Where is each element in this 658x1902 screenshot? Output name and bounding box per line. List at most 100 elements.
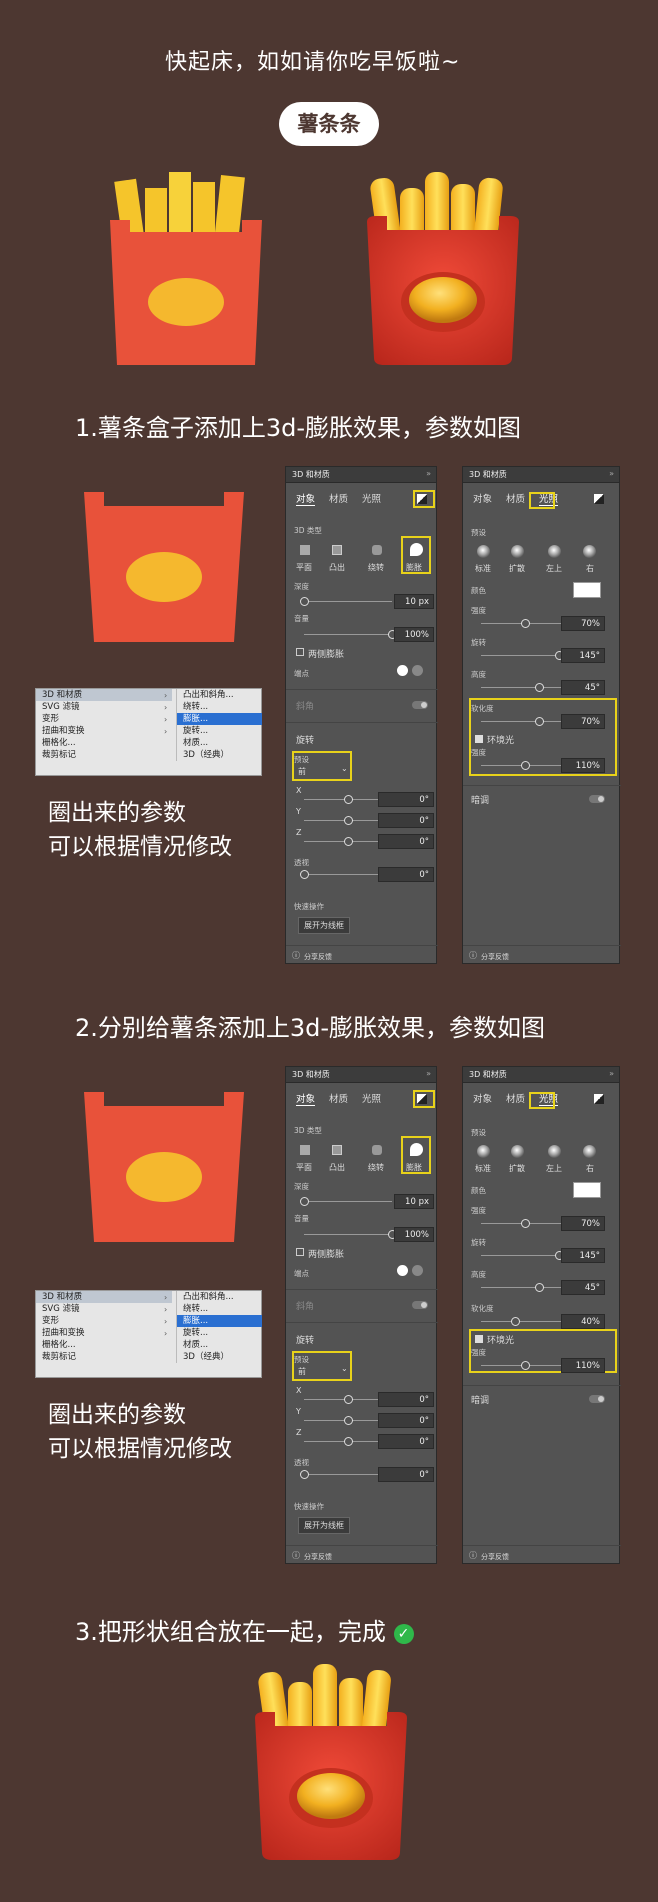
y-slider[interactable] <box>304 816 384 825</box>
menu-item-inflate[interactable]: 膨胀... <box>177 1315 262 1327</box>
shadow-section[interactable]: 暗调 <box>471 793 489 806</box>
render-icon[interactable] <box>594 1094 604 1104</box>
render-icon[interactable] <box>417 494 427 504</box>
light-standard-icon[interactable] <box>477 1145 490 1158</box>
persp-slider[interactable] <box>300 1470 384 1479</box>
height-slider[interactable] <box>481 1283 563 1292</box>
revolve-icon[interactable] <box>372 545 382 555</box>
menu-item-material[interactable]: 材质... <box>177 737 262 749</box>
light-topleft-icon[interactable] <box>548 545 561 558</box>
menu-item-inflate[interactable]: 膨胀... <box>177 713 262 725</box>
inflate-icon[interactable] <box>410 1143 423 1156</box>
menu-item-rasterize[interactable]: 栅格化... <box>36 1339 172 1351</box>
rotate-slider[interactable] <box>481 1251 564 1260</box>
intensity-value[interactable]: 70% <box>561 616 605 631</box>
menu-item-extrude[interactable]: 凸出和斜角... <box>177 1291 262 1303</box>
preset-select[interactable]: 前 <box>298 1366 306 1377</box>
ambient-checkbox[interactable] <box>475 1335 483 1343</box>
x-slider[interactable] <box>304 1395 384 1404</box>
volume-value[interactable]: 100% <box>394 627 434 642</box>
expand-wireframe-button[interactable]: 展开为线框 <box>298 1517 350 1534</box>
feedback-link[interactable]: 分享反馈 <box>481 952 509 962</box>
light-standard-icon[interactable] <box>477 545 490 558</box>
shadow-toggle[interactable] <box>589 795 605 803</box>
ambient-checkbox[interactable] <box>475 735 483 743</box>
depth-slider[interactable] <box>300 597 392 606</box>
tab-object[interactable]: 对象 <box>473 491 492 506</box>
soft-slider[interactable] <box>481 717 563 726</box>
bevel-toggle[interactable] <box>412 1301 428 1309</box>
shadow-toggle[interactable] <box>589 1395 605 1403</box>
menu-item-rotate[interactable]: 旋转... <box>177 725 262 737</box>
amb-int-slider[interactable] <box>481 761 563 770</box>
inflate-icon[interactable] <box>410 543 423 556</box>
extrude-icon[interactable] <box>332 1145 342 1155</box>
feedback-link[interactable]: 分享反馈 <box>481 1552 509 1562</box>
x-slider[interactable] <box>304 795 384 804</box>
tab-material[interactable]: 材质 <box>329 491 348 506</box>
tab-material[interactable]: 材质 <box>506 1091 525 1106</box>
tab-material[interactable]: 材质 <box>506 491 525 506</box>
light-diffuse-icon[interactable] <box>511 1145 524 1158</box>
depth-value[interactable]: 10 px <box>394 1194 434 1209</box>
tab-object[interactable]: 对象 <box>296 491 316 506</box>
menu-item-extrude[interactable]: 凸出和斜角... <box>177 689 262 701</box>
rotate-section[interactable]: 旋转 <box>296 1333 314 1346</box>
tab-lighting[interactable]: 光照 <box>362 1091 381 1106</box>
x-value[interactable]: 0° <box>378 792 434 807</box>
bevel-toggle[interactable] <box>412 701 428 709</box>
height-value[interactable]: 45° <box>561 680 605 695</box>
persp-value[interactable]: 0° <box>378 867 434 882</box>
render-icon[interactable] <box>417 1094 427 1104</box>
soft-value[interactable]: 70% <box>561 714 605 729</box>
rotate-section[interactable]: 旋转 <box>296 733 314 746</box>
y-value[interactable]: 0° <box>378 1413 434 1428</box>
x-value[interactable]: 0° <box>378 1392 434 1407</box>
volume-slider[interactable] <box>304 1230 397 1239</box>
menu-item-svg-filter[interactable]: SVG 滤镜 <box>36 1303 172 1315</box>
revolve-icon[interactable] <box>372 1145 382 1155</box>
amb-int-value[interactable]: 110% <box>561 1358 605 1373</box>
menu-item-3d-material[interactable]: 3D 和材质 <box>36 689 172 701</box>
light-diffuse-icon[interactable] <box>511 545 524 558</box>
both-sides-checkbox[interactable] <box>296 1248 304 1256</box>
menu-item-3d-classic[interactable]: 3D（经典） <box>177 749 262 761</box>
z-value[interactable]: 0° <box>378 1434 434 1449</box>
volume-slider[interactable] <box>304 630 397 639</box>
volume-value[interactable]: 100% <box>394 1227 434 1242</box>
light-topleft-icon[interactable] <box>548 1145 561 1158</box>
z-slider[interactable] <box>304 837 384 846</box>
collapse-icon[interactable]: » <box>609 1069 614 1078</box>
soft-slider[interactable] <box>481 1317 563 1326</box>
menu-item-warp[interactable]: 变形 <box>36 713 172 725</box>
collapse-icon[interactable]: » <box>609 469 614 478</box>
height-value[interactable]: 45° <box>561 1280 605 1295</box>
cap-off-icon[interactable] <box>412 665 423 676</box>
plane-icon[interactable] <box>300 545 310 555</box>
plane-icon[interactable] <box>300 1145 310 1155</box>
tab-lighting[interactable]: 光照 <box>362 491 381 506</box>
menu-item-distort[interactable]: 扭曲和变换 <box>36 725 172 737</box>
tab-material[interactable]: 材质 <box>329 1091 348 1106</box>
menu-item-svg-filter[interactable]: SVG 滤镜 <box>36 701 172 713</box>
rotate-slider[interactable] <box>481 651 564 660</box>
menu-item-warp[interactable]: 变形 <box>36 1315 172 1327</box>
depth-value[interactable]: 10 px <box>394 594 434 609</box>
persp-value[interactable]: 0° <box>378 1467 434 1482</box>
intensity-slider[interactable] <box>481 619 563 628</box>
rotate-value[interactable]: 145° <box>561 1248 605 1263</box>
height-slider[interactable] <box>481 683 563 692</box>
z-slider[interactable] <box>304 1437 384 1446</box>
z-value[interactable]: 0° <box>378 834 434 849</box>
light-right-icon[interactable] <box>583 1145 596 1158</box>
both-sides-checkbox[interactable] <box>296 648 304 656</box>
preset-select[interactable]: 前 <box>298 766 306 777</box>
menu-item-revolve[interactable]: 绕转... <box>177 701 262 713</box>
menu-item-distort[interactable]: 扭曲和变换 <box>36 1327 172 1339</box>
menu-item-3d-material[interactable]: 3D 和材质 <box>36 1291 172 1303</box>
menu-item-crop-marks[interactable]: 裁剪标记 <box>36 1351 172 1363</box>
y-slider[interactable] <box>304 1416 384 1425</box>
menu-item-rotate[interactable]: 旋转... <box>177 1327 262 1339</box>
render-icon[interactable] <box>594 494 604 504</box>
light-right-icon[interactable] <box>583 545 596 558</box>
